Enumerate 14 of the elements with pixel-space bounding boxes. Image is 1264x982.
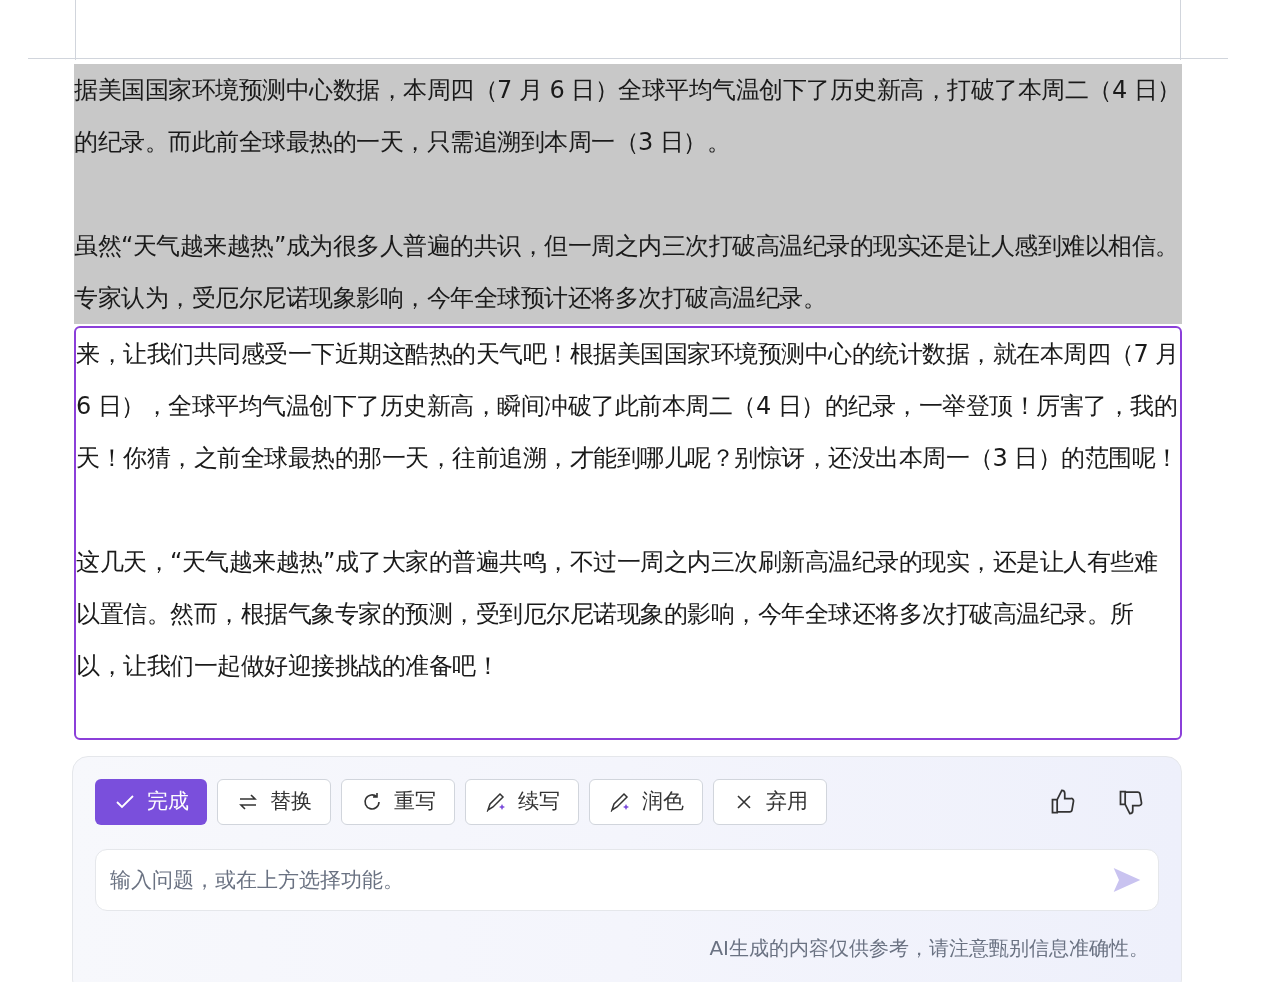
- disclaimer-text: AI生成的内容仅供参考，请注意甄别信息准确性。: [709, 935, 1149, 962]
- rewritten-paragraph: 这几天，“天气越来越热”成了大家的普遍共鸣，不过一周之内三次刷新高温纪录的现实，还是让人有些难以置信。然而，根据气象专家的预测，受到厄尔尼诺现象的影响，今年全球还将多次打破高温纪录。所以，让我们一起做好迎接挑战的准备吧！: [76, 547, 1159, 682]
- thumbs-up-icon[interactable]: [1049, 788, 1077, 816]
- discard-button[interactable]: 弃用: [713, 779, 827, 825]
- rewritten-paragraph: 来，让我们共同感受一下近期这酷热的天气吧！根据美国国家环境预测中心的统计数据，就在本周四（7 月 6 日），全球平均气温创下了历史新高，瞬间冲破了此前本周二（4 日）的纪录，一举登顶！厉害了，我的天！你猜，之前全球最热的那一天，往前追溯，才能到哪儿呢？别惊讶，还没出本周一（3 日）的范围呢！: [76, 339, 1180, 474]
- polish-button[interactable]: 润色: [589, 779, 703, 825]
- source-paragraph: 虽然“天气越来越热”成为很多人普遍的共识，但一周之内三次打破高温纪录的现实还是让人感到难以相信。专家认为，受厄尔尼诺现象影响，今年全球预计还将多次打破高温纪录。: [74, 220, 1182, 324]
- question-input[interactable]: 输入问题，或在上方选择功能。: [95, 849, 1159, 911]
- done-button[interactable]: 完成: [95, 779, 207, 825]
- rewrite-button[interactable]: 重写: [341, 779, 455, 825]
- thumbs-down-icon[interactable]: [1117, 788, 1145, 816]
- source-paragraph: 据美国国家环境预测中心数据，本周四（7 月 6 日）全球平均气温创下了历史新高，打破了本周二（4 日）的纪录。而此前全球最热的一天，只需追溯到本周一（3 日）。: [74, 64, 1182, 168]
- continue-button[interactable]: 续写: [465, 779, 579, 825]
- replace-button[interactable]: 替换: [217, 779, 331, 825]
